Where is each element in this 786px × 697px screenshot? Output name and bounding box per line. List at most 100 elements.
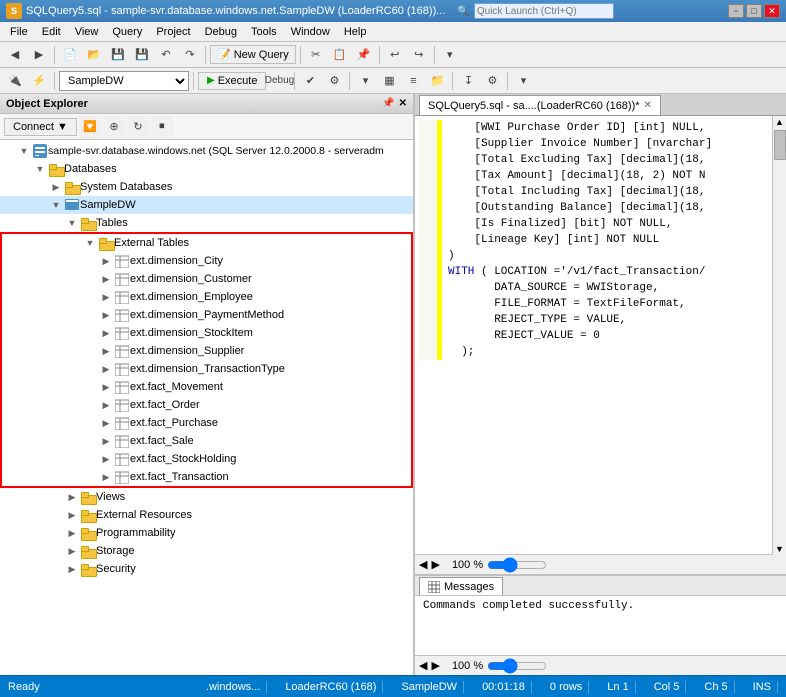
undo-button[interactable]: ↶ (155, 44, 177, 66)
tree-ext-payment[interactable]: ▶ ext.dimension_PaymentMethod (2, 306, 411, 324)
connect-button[interactable]: 🔌 (4, 70, 26, 92)
tree-programmability[interactable]: ▶ Programmability (0, 524, 413, 542)
redo-button[interactable]: ↷ (179, 44, 201, 66)
disconnect-button[interactable]: ⚡ (28, 70, 50, 92)
tree-security-sampledw[interactable]: ▶ Security (0, 560, 413, 578)
expand-prog[interactable]: ▶ (64, 525, 80, 541)
expand-ext-customer[interactable]: ▶ (98, 271, 114, 287)
tree-external-resources[interactable]: ▶ External Resources (0, 506, 413, 524)
tree-tables[interactable]: ▼ Tables (0, 214, 413, 232)
paste-button[interactable]: 📌 (353, 44, 375, 66)
save-all-button[interactable]: 💾 (131, 44, 153, 66)
tree-ext-stockholding[interactable]: ▶ ext.fact_StockHolding (2, 450, 411, 468)
expand-views[interactable]: ▶ (64, 489, 80, 505)
expand-ext-movement[interactable]: ▶ (98, 379, 114, 395)
file-out-button[interactable]: 📁 (426, 70, 448, 92)
expand-ext-employee[interactable]: ▶ (98, 289, 114, 305)
menu-view[interactable]: View (69, 25, 105, 39)
oe-stop-button[interactable]: ⏹ (151, 116, 173, 138)
parse-button[interactable]: ⚙ (323, 70, 345, 92)
zoom2-slider[interactable] (487, 660, 547, 672)
tree-ext-supplier[interactable]: ▶ ext.dimension_Supplier (2, 342, 411, 360)
oe-connect-button[interactable]: Connect ▼ (4, 118, 77, 136)
expand-ext-transtype[interactable]: ▶ (98, 361, 114, 377)
messages-tab[interactable]: Messages (419, 577, 503, 595)
oe-content[interactable]: ▼ sample-svr.database.windows.net (SQL S… (0, 140, 413, 675)
maximize-button[interactable]: □ (746, 4, 762, 18)
expand-ext-res[interactable]: ▶ (64, 507, 80, 523)
expand-server1[interactable]: ▼ (16, 143, 32, 159)
tree-ext-purchase[interactable]: ▶ ext.fact_Purchase (2, 414, 411, 432)
database-selector[interactable]: SampleDW (59, 71, 189, 91)
tree-ext-transtype[interactable]: ▶ ext.dimension_TransactionType (2, 360, 411, 378)
new-file-button[interactable]: 📄 (59, 44, 81, 66)
tree-ext-stockitem[interactable]: ▶ ext.dimension_StockItem (2, 324, 411, 342)
menu-file[interactable]: File (4, 25, 34, 39)
expand-system-db[interactable]: ▶ (48, 179, 64, 195)
more1-button[interactable]: ▾ (439, 44, 461, 66)
zoom-slider[interactable] (487, 559, 547, 571)
menu-debug[interactable]: Debug (199, 25, 243, 39)
menu-help[interactable]: Help (338, 25, 373, 39)
expand-security-sampledw[interactable]: ▶ (64, 561, 80, 577)
more3-button[interactable]: ▾ (512, 70, 534, 92)
expand-ext-sale[interactable]: ▶ (98, 433, 114, 449)
minimize-button[interactable]: − (728, 4, 744, 18)
redo2-button[interactable]: ↪ (408, 44, 430, 66)
oe-pin-button[interactable]: 📌 (382, 98, 394, 109)
check-button[interactable]: ✔ (299, 70, 321, 92)
zoom-right-arrow[interactable]: ▶ (431, 558, 439, 571)
tree-views[interactable]: ▶ Views (0, 488, 413, 506)
tree-ext-movement[interactable]: ▶ ext.fact_Movement (2, 378, 411, 396)
execute-button[interactable]: ▶ Execute (198, 72, 266, 90)
sql-tab-close[interactable]: ✕ (644, 100, 652, 111)
tree-ext-employee[interactable]: ▶ ext.dimension_Employee (2, 288, 411, 306)
expand-ext-transaction[interactable]: ▶ (98, 469, 114, 485)
forward-button[interactable]: ▶ (28, 44, 50, 66)
sql-scrollbar-v[interactable]: ▲ ▼ (772, 116, 786, 555)
expand-databases[interactable]: ▼ (32, 161, 48, 177)
close-button[interactable]: ✕ (764, 4, 780, 18)
tree-sampledw[interactable]: ▼ SampleDW (0, 196, 413, 214)
more2-button[interactable]: ▾ (354, 70, 376, 92)
oe-close-button[interactable]: ✕ (399, 98, 407, 109)
sql-tab[interactable]: SQLQuery5.sql - sa....(LoaderRC60 (168))… (419, 95, 661, 115)
scroll-down-arrow[interactable]: ▼ (773, 543, 786, 555)
tree-ext-city[interactable]: ▶ ext.dimension_City (2, 252, 411, 270)
menu-edit[interactable]: Edit (36, 25, 67, 39)
oe-filter-button[interactable]: 🔽 (79, 116, 101, 138)
zoom2-right-arrow[interactable]: ▶ (431, 659, 439, 672)
menu-window[interactable]: Window (285, 25, 336, 39)
expand-ext-purchase[interactable]: ▶ (98, 415, 114, 431)
tree-ext-sale[interactable]: ▶ ext.fact_Sale (2, 432, 411, 450)
expand-ext-order[interactable]: ▶ (98, 397, 114, 413)
expand-ext-city[interactable]: ▶ (98, 253, 114, 269)
grid-button[interactable]: ▦ (378, 70, 400, 92)
tree-server1[interactable]: ▼ sample-svr.database.windows.net (SQL S… (0, 142, 413, 160)
scroll-up-arrow[interactable]: ▲ (773, 116, 786, 128)
expand-storage[interactable]: ▶ (64, 543, 80, 559)
results-button[interactable]: ↧ (457, 70, 479, 92)
expand-sampledw[interactable]: ▼ (48, 197, 64, 213)
menu-project[interactable]: Project (150, 25, 196, 39)
text-button[interactable]: ≡ (402, 70, 424, 92)
zoom2-left-arrow[interactable]: ◀ (419, 659, 427, 672)
tree-storage[interactable]: ▶ Storage (0, 542, 413, 560)
tree-ext-transaction[interactable]: ▶ ext.fact_Transaction (2, 468, 411, 486)
menu-tools[interactable]: Tools (245, 25, 283, 39)
query-opts-button[interactable]: ⚙ (481, 70, 503, 92)
undo2-button[interactable]: ↩ (384, 44, 406, 66)
tree-databases[interactable]: ▼ Databases (0, 160, 413, 178)
scroll-thumb[interactable] (774, 130, 786, 160)
oe-refresh-button[interactable]: ↻ (127, 116, 149, 138)
tree-system-databases[interactable]: ▶ System Databases (0, 178, 413, 196)
tree-external-tables[interactable]: ▼ External Tables (2, 234, 411, 252)
zoom-left-arrow[interactable]: ◀ (419, 558, 427, 571)
expand-ext-payment[interactable]: ▶ (98, 307, 114, 323)
cut-button[interactable]: ✂ (305, 44, 327, 66)
expand-ext-stockholding[interactable]: ▶ (98, 451, 114, 467)
open-button[interactable]: 📂 (83, 44, 105, 66)
tree-ext-customer[interactable]: ▶ ext.dimension_Customer (2, 270, 411, 288)
expand-ext-tables[interactable]: ▼ (82, 235, 98, 251)
expand-ext-supplier[interactable]: ▶ (98, 343, 114, 359)
